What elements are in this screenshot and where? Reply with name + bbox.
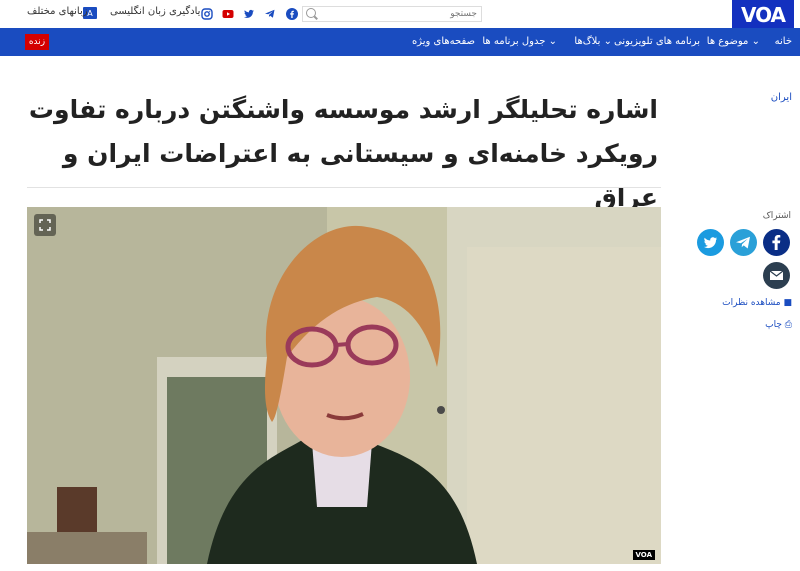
search-icon[interactable] [306,8,316,18]
email-icon [769,270,784,280]
article-title: اشاره تحلیلگر ارشد موسسه واشنگتن درباره … [28,95,658,212]
nav-tv-programs[interactable]: برنامه های تلویزیونی [614,36,700,47]
chevron-down-icon: ⌄ [751,36,760,47]
printer-icon: ⎙ [784,320,792,330]
video-watermark: VOA [632,550,655,560]
learn-english-link[interactable]: یادگیری زبان انگلیسی [110,6,200,17]
nav-topics-label: موضوع ها [706,36,749,47]
chevron-down-icon: ⌄ [603,36,612,47]
search-box[interactable] [302,6,482,22]
comments-link[interactable]: مشاهده نظرات ■ [722,298,792,308]
share-twitter-button[interactable] [697,229,724,256]
comments-label: مشاهده نظرات [722,298,781,308]
expand-icon [39,219,51,231]
chevron-down-icon: ⌄ [548,36,557,47]
top-bar: VOA یادگیری زبان انگلیسی A زبانهای مختلف [0,0,800,28]
video-player[interactable]: VOA [27,207,661,564]
youtube-icon[interactable] [222,8,234,20]
fullscreen-button[interactable] [34,214,56,236]
languages-link[interactable]: زبانهای مختلف [27,6,88,17]
twitter-icon [704,237,717,249]
share-label: اشتراک [762,211,791,221]
facebook-icon [772,235,781,250]
share-facebook-button[interactable] [763,229,790,256]
print-link[interactable]: چاپ ⎙ [765,320,792,330]
twitter-icon[interactable] [243,8,255,20]
nav-special-pages[interactable]: صفحه‌های ویژه [412,36,475,47]
facebook-icon[interactable] [286,8,298,20]
main-nav: خانه موضوع ها ⌄ برنامه های تلویزیونی بلا… [0,28,800,56]
instagram-icon[interactable] [201,8,213,20]
share-telegram-button[interactable] [730,229,757,256]
telegram-icon [736,236,750,249]
nav-home[interactable]: خانه [775,36,792,47]
voa-logo[interactable]: VOA [732,0,794,28]
section-link[interactable]: ایران [771,92,792,103]
nav-topics[interactable]: موضوع ها ⌄ [707,36,760,47]
live-button[interactable]: زنده [25,34,49,50]
telegram-icon[interactable] [264,8,276,20]
svg-text:A: A [87,9,93,18]
search-input[interactable] [327,7,477,21]
print-label: چاپ [765,320,782,330]
nav-schedule-label: جدول برنامه ها [482,36,546,47]
video-frame [27,207,661,564]
divider [27,187,661,188]
comment-icon: ■ [783,298,792,308]
nav-blogs-label: بلاگ‌ها [574,36,601,47]
share-email-button[interactable] [763,262,790,289]
nav-schedule[interactable]: جدول برنامه ها ⌄ [482,36,557,47]
nav-blogs[interactable]: بلاگ‌ها ⌄ [574,36,612,47]
